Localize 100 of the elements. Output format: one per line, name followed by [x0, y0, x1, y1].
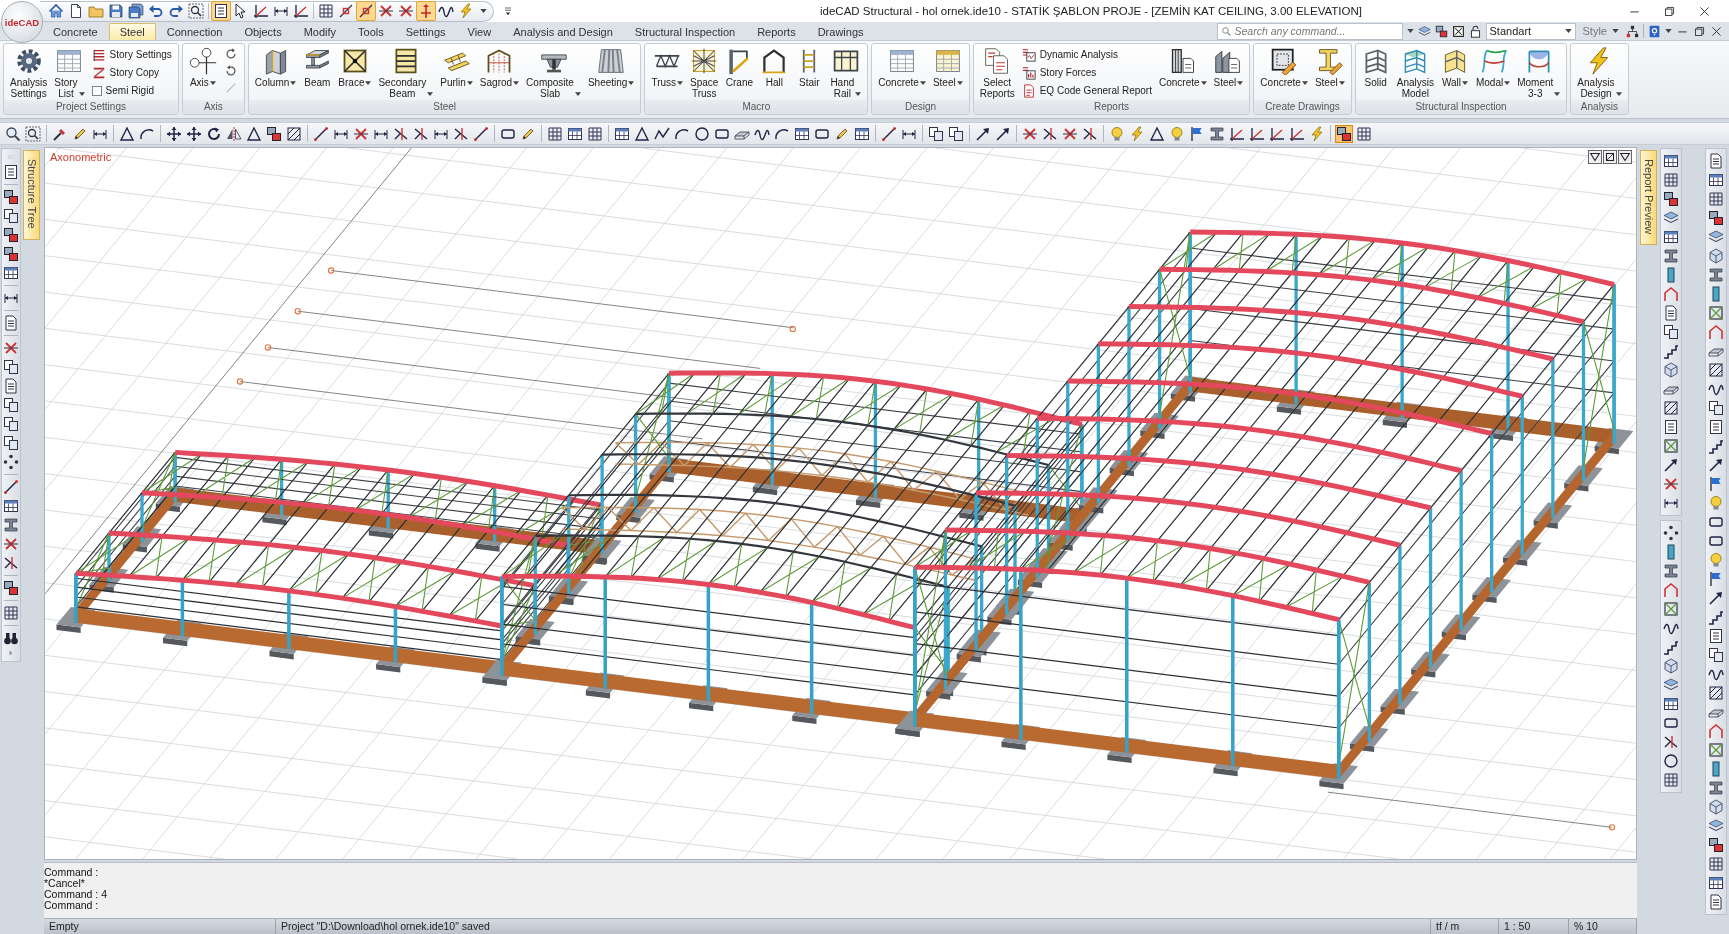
trim-icon[interactable]	[1663, 734, 1679, 750]
table-icon[interactable]	[1708, 875, 1724, 891]
ribbon-button[interactable]: Hall	[757, 45, 792, 88]
ribbon-button[interactable]: Brace	[335, 45, 375, 88]
gable-frame-icon[interactable]	[1708, 723, 1724, 739]
copy-icon[interactable]	[927, 124, 945, 143]
ribbon-button[interactable]: Solid	[1358, 45, 1393, 88]
grid-icon[interactable]	[3, 605, 19, 621]
table-icon[interactable]	[1708, 172, 1724, 188]
cross-brace-icon[interactable]	[1708, 305, 1724, 321]
crossed-box-icon[interactable]	[1451, 24, 1465, 38]
line-icon[interactable]	[3, 479, 19, 495]
grid-icon[interactable]	[1708, 191, 1724, 207]
ribbon-tab[interactable]: Structural Inspection	[623, 23, 747, 40]
document-icon[interactable]	[3, 315, 19, 331]
ribbon-tab[interactable]: Modify	[292, 23, 348, 40]
stacked-boxes-icon[interactable]	[1434, 24, 1448, 38]
table-icon[interactable]	[1663, 696, 1679, 712]
ribbon-button[interactable]: Composite Slab	[523, 45, 584, 99]
copy-icon[interactable]	[3, 359, 19, 375]
side-tab[interactable]: Structure Tree	[23, 150, 40, 240]
gable-frame-icon[interactable]	[1708, 324, 1724, 340]
triangle-filter-icon[interactable]	[1618, 150, 1632, 164]
stairs-icon[interactable]	[1663, 639, 1679, 655]
circle-icon[interactable]	[1663, 753, 1679, 769]
document-icon[interactable]	[1708, 894, 1724, 910]
copy-icon[interactable]	[3, 208, 19, 224]
gable-frame-icon[interactable]	[1663, 582, 1679, 598]
document-icon[interactable]	[3, 378, 19, 394]
rectangle-icon[interactable]	[1708, 514, 1724, 530]
ribbon-tab[interactable]: Connection	[155, 23, 234, 40]
copy-icon[interactable]	[947, 124, 965, 143]
ribbon-tab[interactable]: Drawings	[806, 23, 875, 40]
table-icon[interactable]	[3, 498, 19, 514]
line-icon[interactable]	[312, 124, 330, 143]
cross-marker-icon[interactable]	[3, 340, 19, 356]
list-icon[interactable]	[1708, 628, 1724, 644]
triangle-filter-icon[interactable]	[1588, 150, 1602, 164]
ribbon-button[interactable]: Wall	[1437, 45, 1472, 88]
layers-icon[interactable]	[1708, 818, 1724, 834]
move-icon[interactable]	[165, 124, 183, 143]
table-icon[interactable]	[1663, 229, 1679, 245]
rectangle-icon[interactable]	[1708, 533, 1724, 549]
ribbon-button[interactable]: Steel	[1311, 45, 1348, 88]
ribbon-button[interactable]: Analysis Settings	[7, 45, 51, 99]
cube-icon[interactable]	[1708, 799, 1724, 815]
cross-brace-icon[interactable]	[1663, 438, 1679, 454]
stacked-boxes-icon[interactable]	[1708, 210, 1724, 226]
cross-marker-icon[interactable]	[1663, 476, 1679, 492]
list-icon[interactable]	[1708, 419, 1724, 435]
ribbon-button[interactable]: Concrete	[1257, 45, 1311, 88]
ribbon-button[interactable]: Axis	[185, 45, 220, 88]
ribbon-button[interactable]: Concrete	[875, 45, 929, 88]
ribbon-button[interactable]: Secondary Beam	[375, 45, 437, 99]
grid-icon[interactable]	[586, 124, 604, 143]
triangle-icon[interactable]	[633, 124, 651, 143]
ribbon-button[interactable]: Hand Rail	[827, 45, 865, 99]
gable-frame-icon[interactable]	[1663, 286, 1679, 302]
ribbon-button[interactable]: Concrete	[1155, 45, 1210, 88]
mirror-icon[interactable]	[225, 124, 243, 143]
dots-ring-icon[interactable]	[1663, 525, 1679, 541]
ribbon-button[interactable]: Truss	[648, 45, 687, 88]
hatch-icon[interactable]	[285, 124, 303, 143]
ribbon-button[interactable]: Analysis Design	[1574, 45, 1625, 99]
ribbon-button[interactable]: Story List	[51, 45, 88, 99]
grid-icon[interactable]	[1355, 124, 1373, 143]
checkbox-label[interactable]: Semi Rigid	[105, 85, 154, 96]
ribbon-tab[interactable]: Tools	[347, 23, 395, 40]
i-beam-icon[interactable]	[1663, 563, 1679, 579]
ribbon-button[interactable]: Story Forces	[1018, 64, 1155, 81]
ribbon-tab[interactable]: View	[456, 23, 503, 40]
stacked-boxes-icon[interactable]	[3, 189, 19, 205]
cube-icon[interactable]	[1663, 658, 1679, 674]
move-icon[interactable]	[185, 124, 203, 143]
ribbon-button[interactable]: Modal	[1472, 45, 1514, 88]
cube-icon[interactable]	[1708, 248, 1724, 264]
zoom-icon[interactable]	[4, 124, 22, 143]
stacked-boxes-icon[interactable]	[3, 246, 19, 262]
cross-brace-icon[interactable]	[1663, 601, 1679, 617]
ribbon-button[interactable]: Dynamic Analysis	[1018, 46, 1155, 63]
i-beam-icon[interactable]	[1708, 267, 1724, 283]
ribbon-button[interactable]: Story Copy	[88, 64, 175, 81]
ribbon-button[interactable]: Stair	[792, 45, 827, 88]
grid-icon[interactable]	[1663, 172, 1679, 188]
table-icon[interactable]	[3, 265, 19, 281]
trim-icon[interactable]	[3, 555, 19, 571]
ribbon-button[interactable]: EQ Code General Report	[1018, 82, 1155, 99]
list-icon[interactable]	[3, 164, 19, 180]
home-icon[interactable]	[46, 1, 66, 21]
i-beam-icon[interactable]	[1663, 248, 1679, 264]
ribbon-tab[interactable]: Analysis and Design	[502, 23, 624, 40]
style-dropdown[interactable]: Standart	[1485, 22, 1576, 40]
stacked-boxes-icon[interactable]	[1335, 124, 1353, 143]
ribbon-button[interactable]: Moment 3-3	[1514, 45, 1564, 99]
ribbon-button[interactable]: Beam	[300, 45, 335, 88]
checkbox[interactable]	[91, 85, 102, 96]
i-beam-icon[interactable]	[1208, 124, 1226, 143]
close-icon[interactable]	[1710, 24, 1723, 38]
ribbon-button[interactable]: Space Truss	[687, 45, 722, 99]
restore-icon[interactable]	[1693, 24, 1706, 38]
